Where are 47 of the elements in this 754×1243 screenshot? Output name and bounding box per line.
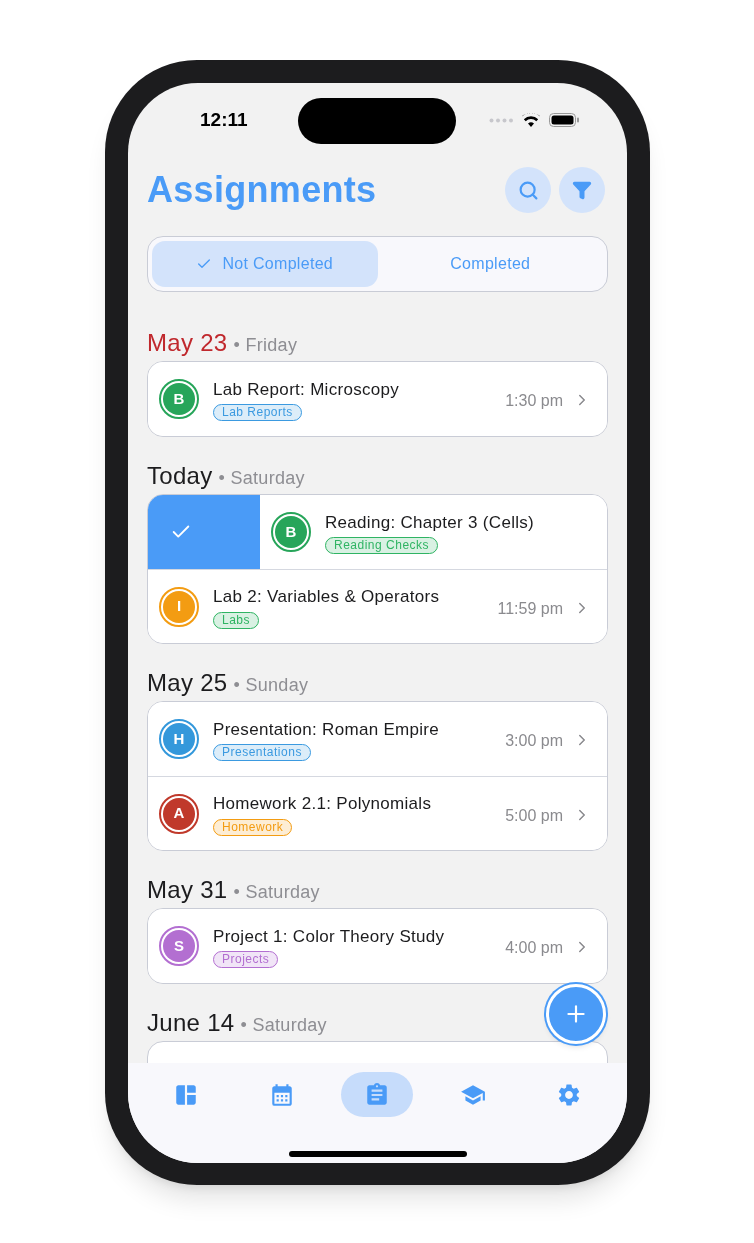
- section-date: May 31: [147, 875, 228, 905]
- status-time: 12:11: [200, 107, 248, 132]
- category-tag: Projects: [213, 951, 279, 969]
- due-time: 1:30 pm: [505, 391, 563, 411]
- section-weekday: • Saturday: [218, 467, 305, 490]
- category-tag: Labs: [213, 611, 260, 629]
- assignment-row[interactable]: A Homework 2.1: Polynomials Homework 5:00 pm: [148, 776, 607, 850]
- avatar-initial: S: [174, 935, 184, 956]
- avatar-initial: H: [173, 728, 185, 749]
- section-weekday: • Friday: [233, 334, 298, 357]
- filter-icon: [572, 180, 592, 200]
- section-date: June 14: [147, 1008, 235, 1038]
- page-title: Assignments: [147, 168, 377, 212]
- assignment-row[interactable]: S Project 1: Color Theory Study Projects 4:00 pm: [148, 909, 607, 983]
- section-date: May 23: [147, 328, 228, 358]
- signal-icon: [489, 117, 513, 123]
- due-time: 11:59 pm: [497, 598, 563, 619]
- due-time: 4:00 pm: [505, 938, 563, 958]
- assignment-row[interactable]: B Lab Report: Microscopy Lab Reports 1:30 pm: [148, 362, 607, 436]
- category-tag: Homework: [213, 818, 293, 836]
- avatar-initial: I: [176, 596, 182, 617]
- search-button[interactable]: [505, 167, 551, 213]
- due-time: 5:00 pm: [505, 805, 563, 826]
- section-weekday: • Saturday: [240, 1014, 327, 1037]
- assignment-title: Homework 2.1: Polynomials: [213, 793, 432, 816]
- section-date: May 25: [147, 668, 228, 698]
- battery-icon: [549, 113, 579, 127]
- assignment-title: Reading: Chapter 3 (Cells): [325, 511, 535, 534]
- assignment-title: Presentation: Roman Empire: [213, 718, 440, 741]
- category-tag: Presentations: [213, 744, 311, 762]
- assignment-title: Lab Report: Microscopy: [213, 378, 400, 401]
- assignment-title: Project 1: Color Theory Study: [213, 925, 445, 948]
- avatar-initial: A: [173, 803, 185, 824]
- nav-tab[interactable]: [341, 1072, 414, 1117]
- filter-button[interactable]: [559, 167, 605, 213]
- category-tag: Reading Checks: [325, 537, 439, 555]
- search-icon: [517, 179, 539, 201]
- category-tag: Lab Reports: [213, 404, 302, 422]
- due-time: 3:00 pm: [505, 731, 563, 751]
- add-button[interactable]: [546, 984, 606, 1044]
- section-weekday: • Saturday: [233, 881, 320, 904]
- section-weekday: • Sunday: [233, 674, 309, 697]
- assignment-title: Lab 2: Variables & Operators: [213, 586, 440, 609]
- assignment-row[interactable]: I Lab 2: Variables & Operators Labs 11:59 pm: [148, 569, 607, 643]
- section-date: Today: [147, 461, 213, 491]
- avatar-initial: B: [173, 388, 185, 409]
- avatar-initial: B: [285, 521, 297, 542]
